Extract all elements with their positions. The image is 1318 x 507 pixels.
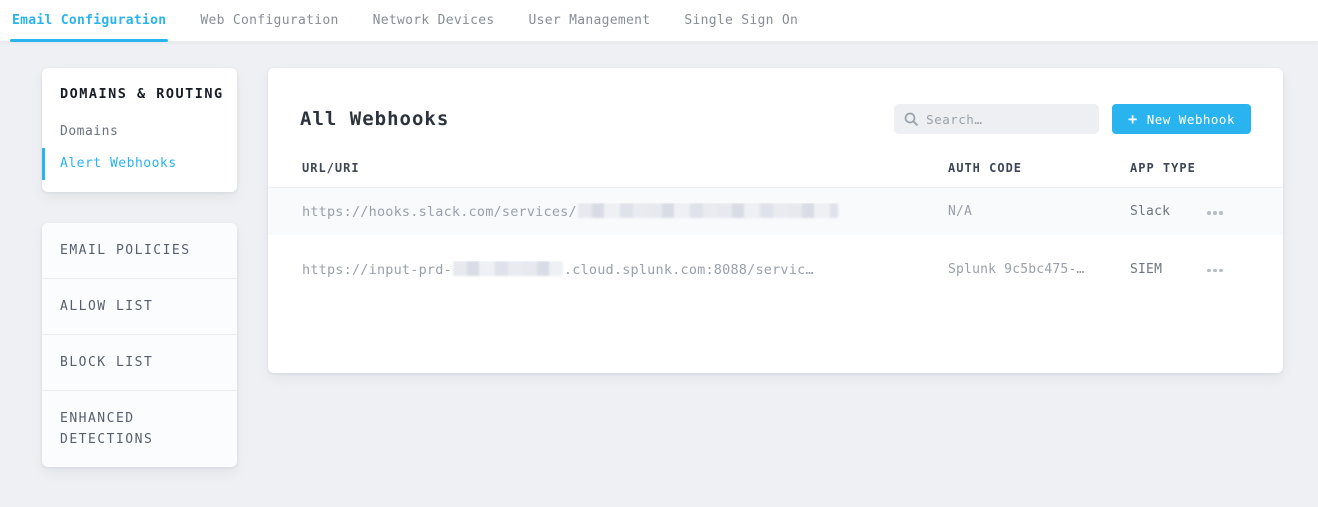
sidebar: DOMAINS & ROUTING Domains Alert Webhooks… [42,68,237,467]
redacted-text [578,203,838,218]
cell-auth-code: N/A [948,204,1130,219]
column-header-url: URL/URI [302,161,948,175]
table-body: https://hooks.slack.com/services/ N/A Sl… [268,188,1283,303]
webhooks-panel: All Webhooks + New Webhook URL/URI AUTH … [268,68,1283,373]
plus-icon: + [1128,112,1138,127]
cell-url: https://hooks.slack.com/services/ [302,203,948,220]
tab-single-sign-on[interactable]: Single Sign On [682,0,800,41]
cell-app-type: Slack [1130,204,1207,219]
tab-network-devices[interactable]: Network Devices [371,0,497,41]
url-text: https://input-prd- [302,262,452,278]
new-webhook-label: New Webhook [1147,112,1235,127]
url-text-suffix: .cloud.splunk.com:8088/servic… [564,262,814,278]
domains-routing-title: DOMAINS & ROUTING [42,84,237,104]
webhooks-panel-header: All Webhooks + New Webhook [268,68,1283,134]
sidebar-item-block-list[interactable]: BLOCK LIST [42,334,237,390]
table-row: https://input-prd- .cloud.splunk.com:8088… [268,235,1283,303]
search-box[interactable] [894,104,1099,134]
cell-url: https://input-prd- .cloud.splunk.com:8088… [302,261,948,278]
ellipsis-icon [1207,211,1211,215]
sidebar-item-enhanced-detections[interactable]: ENHANCED DETECTIONS [42,390,237,467]
tab-email-configuration[interactable]: Email Configuration [10,0,168,41]
top-nav: Email Configuration Web Configuration Ne… [0,0,1318,42]
redacted-text [453,261,563,276]
page-title: All Webhooks [300,108,449,130]
row-menu-button[interactable] [1207,260,1229,278]
ellipsis-icon [1207,269,1211,273]
row-menu-button[interactable] [1207,203,1229,221]
search-icon [904,112,918,126]
url-text: https://hooks.slack.com/services/ [302,204,577,220]
sidebar-item-domains[interactable]: Domains [42,116,237,148]
page-content: DOMAINS & ROUTING Domains Alert Webhooks… [0,42,1318,467]
table-header: URL/URI AUTH CODE APP TYPE [268,161,1283,188]
new-webhook-button[interactable]: + New Webhook [1112,104,1251,134]
policy-card: EMAIL POLICIES ALLOW LIST BLOCK LIST ENH… [42,223,237,467]
cell-app-type: SIEM [1130,262,1207,277]
search-input[interactable] [926,112,1089,127]
column-header-auth: AUTH CODE [948,161,1130,175]
tab-web-configuration[interactable]: Web Configuration [198,0,340,41]
sidebar-item-alert-webhooks[interactable]: Alert Webhooks [42,148,237,180]
domains-routing-card: DOMAINS & ROUTING Domains Alert Webhooks [42,68,237,192]
table-row: https://hooks.slack.com/services/ N/A Sl… [268,188,1283,235]
sidebar-item-allow-list[interactable]: ALLOW LIST [42,278,237,334]
sidebar-item-email-policies[interactable]: EMAIL POLICIES [42,223,237,278]
tab-user-management[interactable]: User Management [526,0,652,41]
column-header-app-type: APP TYPE [1130,161,1207,175]
cell-auth-code: Splunk 9c5bc475-… [948,262,1130,277]
